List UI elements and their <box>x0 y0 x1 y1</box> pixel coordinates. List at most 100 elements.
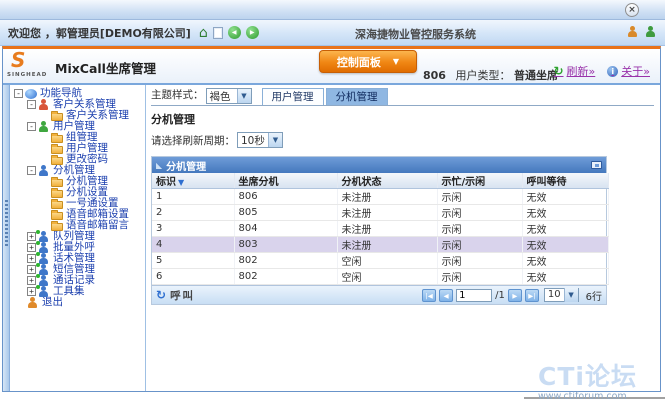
expand-icon[interactable]: + <box>27 287 36 296</box>
table-row[interactable]: 4803未注册示闲无效 <box>152 237 608 253</box>
first-page-icon[interactable]: |◀ <box>422 289 436 302</box>
refresh-link[interactable]: ↻ 刷新» <box>553 63 595 79</box>
table-row[interactable]: 5802空闲示闲无效 <box>152 253 608 269</box>
table-cell: 无效 <box>522 237 608 253</box>
refresh-link-label: 刷新» <box>567 63 596 79</box>
tree-item-label[interactable]: 退出 <box>42 297 63 308</box>
folder-icon <box>51 157 63 165</box>
collapse-icon[interactable]: - <box>27 122 36 131</box>
tab-user-management[interactable]: 用户管理 <box>262 88 324 105</box>
table-cell: 示闲 <box>437 253 522 269</box>
folder-icon <box>51 146 63 154</box>
expand-icon[interactable]: + <box>27 265 36 274</box>
control-panel-button[interactable]: 控制面板 ▼ <box>319 50 417 73</box>
expand-icon[interactable]: + <box>27 243 36 252</box>
refresh-cycle-label: 请选择刷新周期： <box>151 133 235 148</box>
prev-page-icon[interactable]: ◀ <box>439 289 453 302</box>
theme-style-label: 主题样式： <box>151 87 204 102</box>
sort-desc-icon[interactable]: ▼ <box>178 178 184 187</box>
agent-monitor-icon[interactable] <box>645 26 657 38</box>
info-icon: i <box>607 66 618 77</box>
dropdown-arrow-icon[interactable]: ▼ <box>237 89 251 103</box>
page-total: /1 <box>495 290 505 301</box>
expand-icon[interactable]: + <box>27 276 36 285</box>
document-icon[interactable] <box>213 27 223 39</box>
chevron-down-icon: ▼ <box>393 57 399 66</box>
folder-icon <box>51 190 63 198</box>
agent-number: 806 <box>423 69 446 82</box>
person-star-icon <box>38 287 50 297</box>
table-cell: 6 <box>152 269 234 285</box>
singhead-logo-icon: S <box>11 50 25 70</box>
welcome-text: 欢迎您 ，郭管理员[DEMO有限公司] <box>8 25 191 41</box>
table-cell: 802 <box>234 253 337 269</box>
user-status-icon[interactable] <box>627 26 639 38</box>
table-cell: 4 <box>152 237 234 253</box>
expand-icon[interactable]: + <box>27 254 36 263</box>
table-cell: 2 <box>152 205 234 221</box>
expand-icon[interactable]: + <box>27 232 36 241</box>
forward-icon[interactable]: ▶ <box>246 26 259 39</box>
refresh-cycle-value: 10秒 <box>238 133 268 148</box>
person-star-icon <box>38 276 50 286</box>
pagination: |◀ ◀ /1 ▶ ▶| 10 ▼ 6行 <box>422 288 602 303</box>
close-icon[interactable]: × <box>625 3 639 17</box>
user-type-value: 普通坐席 <box>514 69 558 82</box>
refresh-icon[interactable]: ↻ <box>156 288 166 302</box>
table-cell: 无效 <box>522 189 608 205</box>
page-title: 分机管理 <box>151 111 654 127</box>
last-page-icon[interactable]: ▶| <box>525 289 539 302</box>
col-header-busy-idle[interactable]: 示忙/示闲 <box>437 173 522 189</box>
sidebar-tree: -功能导航-客户关系管理客户关系管理-用户管理组管理用户管理更改密码-分机管理分… <box>10 85 146 391</box>
table-row[interactable]: 2805未注册示闲无效 <box>152 205 608 221</box>
top-toolbar: 欢迎您 ，郭管理员[DEMO有限公司] ⌂ ◀ ▶ 深海捷物业管控服务系统 <box>0 20 665 46</box>
col-header-call-waiting[interactable]: 呼叫等待 <box>522 173 608 189</box>
col-header-extension[interactable]: 坐席分机 <box>234 173 337 189</box>
refresh-cycle-select[interactable]: 10秒 ▼ <box>237 132 283 148</box>
about-link-label: 关于» <box>621 63 650 79</box>
sidebar-splitter[interactable] <box>3 85 10 391</box>
table-cell: 802 <box>234 269 337 285</box>
app-title: MixCall坐席管理 <box>55 58 156 77</box>
tree-item[interactable]: +工具集 <box>12 286 145 297</box>
page-number-input[interactable] <box>456 289 492 302</box>
page-size-value: 10 <box>545 289 564 300</box>
table-cell: 示闲 <box>437 205 522 221</box>
panel-collapse-icon[interactable]: ◣ <box>156 161 162 170</box>
about-link[interactable]: i 关于» <box>607 63 650 79</box>
table-panel-title: 分机管理 <box>166 158 206 173</box>
splitter-grip-icon <box>5 200 8 248</box>
page-size-select[interactable]: 10 ▼ <box>544 288 579 302</box>
person-star-icon <box>38 232 50 242</box>
table-cell: 804 <box>234 221 337 237</box>
collapse-icon[interactable]: - <box>27 100 36 109</box>
collapse-icon[interactable]: - <box>14 89 23 98</box>
singhead-logo-text: SINGHEAD <box>7 72 47 78</box>
theme-style-select[interactable]: 褐色 ▼ <box>206 88 252 104</box>
system-title: 深海捷物业管控服务系统 <box>355 26 476 42</box>
dropdown-arrow-icon[interactable]: ▼ <box>268 133 282 147</box>
tab-extension-management[interactable]: 分机管理 <box>326 88 388 105</box>
col-header-status[interactable]: 分机状态 <box>337 173 437 189</box>
table-row[interactable]: 6802空闲示闲无效 <box>152 269 608 285</box>
main-topbar: 主题样式： 褐色 ▼ 用户管理 分机管理 <box>151 87 654 106</box>
collapse-icon[interactable]: - <box>27 166 36 175</box>
next-page-icon[interactable]: ▶ <box>508 289 522 302</box>
table-header-row: 标识▼ 坐席分机 分机状态 示忙/示闲 呼叫等待 <box>152 173 608 189</box>
person-star-icon <box>38 243 50 253</box>
dropdown-arrow-icon[interactable]: ▼ <box>564 288 578 302</box>
call-button[interactable]: 呼叫 <box>170 288 195 303</box>
col-header-id[interactable]: 标识▼ <box>152 173 234 189</box>
table-row[interactable]: 1806未注册示闲无效 <box>152 189 608 205</box>
table-row[interactable]: 3804未注册示闲无效 <box>152 221 608 237</box>
tree-item[interactable]: 退出 <box>12 297 145 308</box>
panel-minimize-icon[interactable] <box>591 161 602 169</box>
home-icon[interactable]: ⌂ <box>199 27 208 39</box>
user-info: 806 用户类型： 普通坐席 <box>423 67 564 83</box>
back-icon[interactable]: ◀ <box>228 26 241 39</box>
table-cell: 示闲 <box>437 237 522 253</box>
table-cell: 未注册 <box>337 189 437 205</box>
folder-icon <box>51 201 63 209</box>
table-cell: 空闲 <box>337 253 437 269</box>
table-cell: 无效 <box>522 221 608 237</box>
